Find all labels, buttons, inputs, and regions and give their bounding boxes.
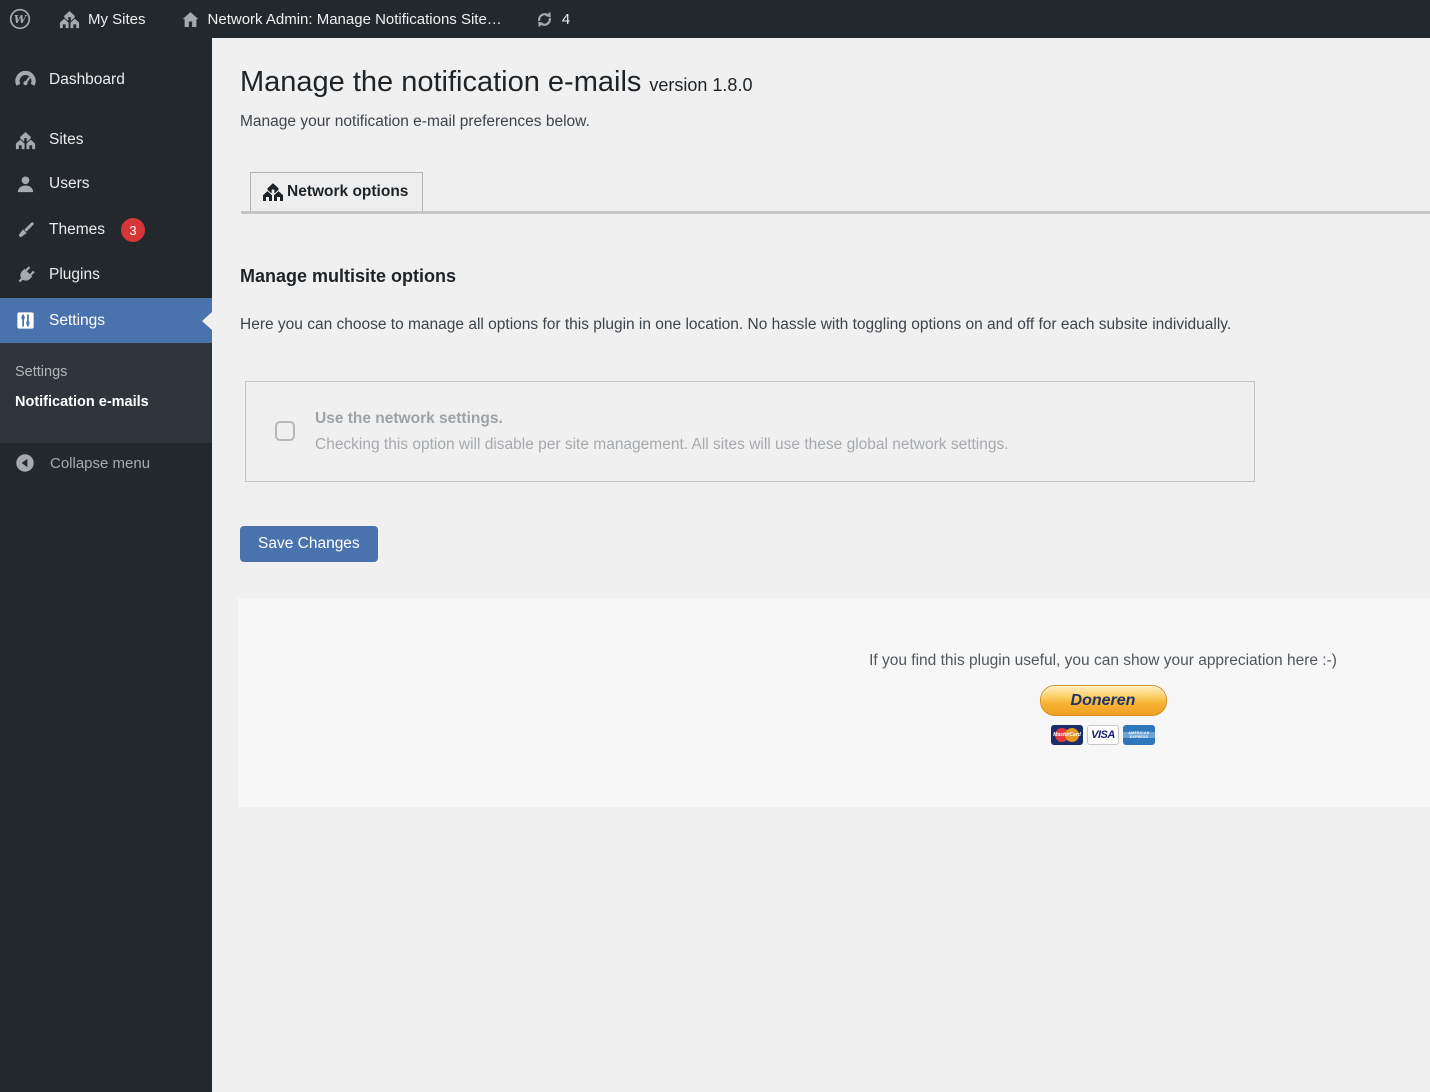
home-icon — [180, 9, 201, 30]
visa-icon: VISA — [1087, 725, 1119, 745]
collapse-menu-button[interactable]: Collapse menu — [0, 443, 212, 483]
sidebar-item-label: Sites — [49, 131, 83, 149]
sidebar-item-label: Plugins — [49, 266, 100, 284]
dashboard-icon — [14, 69, 37, 92]
plugins-icon — [14, 264, 37, 287]
users-icon — [14, 173, 37, 196]
payment-card-icons: MasterCard VISA AMERICAN EXPRESS — [808, 725, 1398, 745]
wordpress-logo-icon: W — [8, 7, 32, 31]
sites-icon — [14, 129, 37, 152]
tab-network-options[interactable]: Network options — [250, 172, 423, 211]
collapse-menu-label: Collapse menu — [50, 455, 150, 472]
plugin-version: version 1.8.0 — [649, 75, 752, 95]
main-content: Manage the notification e-mails version 1… — [212, 38, 1430, 1092]
sidebar-item-label: Dashboard — [49, 71, 125, 89]
sidebar-item-users[interactable]: Users — [0, 162, 212, 206]
admin-bar: W My Sites Network Admin: M — [0, 0, 1430, 38]
network-settings-fieldset: Use the network settings. Checking this … — [245, 381, 1255, 482]
donation-block: If you find this plugin useful, you can … — [808, 652, 1398, 745]
tab-label: Network options — [287, 183, 408, 201]
current-site-menu[interactable]: Network Admin: Manage Notifications Site… — [170, 0, 512, 38]
sidebar-item-dashboard[interactable]: Dashboard — [0, 58, 212, 102]
network-sites-icon — [58, 8, 81, 31]
mastercard-icon: MasterCard — [1051, 725, 1083, 745]
update-count: 4 — [562, 11, 570, 28]
updates-menu[interactable]: 4 — [524, 0, 580, 38]
sidebar-item-label: Users — [49, 175, 89, 193]
sidebar-item-plugins[interactable]: Plugins — [0, 253, 212, 297]
section-heading: Manage multisite options — [240, 266, 456, 287]
page-intro: Manage your notification e-mail preferen… — [240, 113, 590, 131]
paypal-donate-button[interactable]: Doneren — [1040, 685, 1167, 716]
option-label: Use the network settings. — [315, 406, 1009, 432]
page-title: Manage the notification e-mails version 1… — [240, 66, 752, 99]
current-site-label: Network Admin: Manage Notifications Site… — [208, 11, 502, 28]
settings-submenu: Settings Notification e-mails — [0, 343, 212, 443]
submenu-item-notification-emails[interactable]: Notification e-mails — [0, 387, 212, 417]
settings-sliders-icon — [14, 309, 37, 332]
sidebar-item-themes[interactable]: Themes 3 — [0, 208, 212, 252]
my-sites-label: My Sites — [88, 11, 146, 28]
tab-divider-line — [241, 211, 1430, 214]
svg-text:W: W — [14, 13, 28, 26]
sidebar-item-settings[interactable]: Settings — [0, 298, 212, 343]
submenu-item-settings[interactable]: Settings — [0, 357, 212, 387]
donation-panel: If you find this plugin useful, you can … — [238, 598, 1430, 807]
themes-brush-icon — [14, 219, 37, 242]
option-help-text: Checking this option will disable per si… — [315, 432, 1009, 458]
sidebar-item-label: Themes — [49, 221, 105, 239]
my-sites-menu[interactable]: My Sites — [48, 0, 156, 38]
option-text: Use the network settings. Checking this … — [315, 406, 1009, 458]
wordpress-menu-button[interactable]: W — [0, 0, 42, 38]
themes-update-badge: 3 — [121, 218, 145, 242]
section-description: Here you can choose to manage all option… — [240, 312, 1240, 338]
sidebar-item-label: Settings — [49, 312, 105, 330]
donation-message: If you find this plugin useful, you can … — [808, 652, 1398, 670]
use-network-settings-checkbox[interactable] — [275, 421, 295, 441]
collapse-arrow-icon — [14, 452, 36, 474]
amex-icon: AMERICAN EXPRESS — [1123, 725, 1155, 745]
updates-icon — [534, 9, 555, 30]
page-title-text: Manage the notification e-mails — [240, 66, 641, 98]
save-changes-button[interactable]: Save Changes — [240, 526, 378, 562]
current-menu-arrow — [202, 312, 212, 330]
sidebar-item-sites[interactable]: Sites — [0, 118, 212, 162]
admin-sidebar: Dashboard Sites Users — [0, 38, 212, 1092]
network-options-tab-icon — [261, 180, 285, 204]
